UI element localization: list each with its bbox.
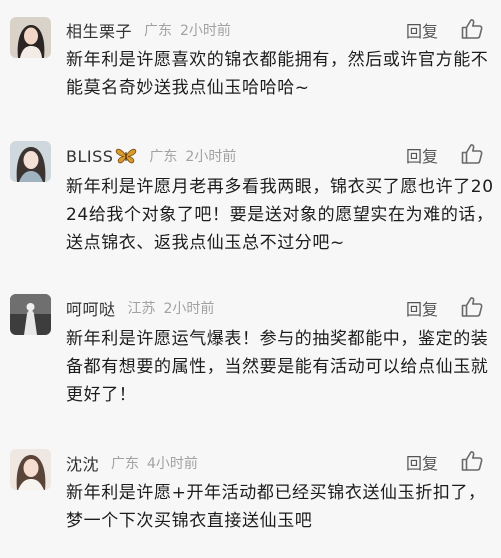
location-label: 江苏 (127, 301, 156, 317)
butterfly-icon (115, 147, 137, 165)
avatar[interactable] (10, 17, 51, 58)
avatar[interactable] (10, 449, 51, 490)
thumbs-up-icon[interactable] (460, 17, 484, 41)
timestamp: 2小时前 (185, 149, 237, 165)
thumbs-up-icon[interactable] (460, 295, 484, 319)
reply-button[interactable]: 回复 (406, 296, 438, 320)
timestamp: 4小时前 (147, 456, 198, 472)
author-name[interactable]: 相生栗子 (66, 18, 132, 42)
location-label: 广东 (111, 456, 140, 472)
location-label: 广东 (149, 149, 178, 165)
comment-text: 新年利是许愿月老再多看我两眼，锦衣买了愿也许了2024给我个对象了吧！要是送对象… (66, 177, 494, 253)
reply-button[interactable]: 回复 (406, 18, 438, 42)
author-name[interactable]: 呵呵哒 (66, 296, 116, 320)
reply-button[interactable]: 回复 (406, 143, 438, 167)
comment-text: 新年利是许愿运气爆表！参与的抽奖都能中，鉴定的装备都有想要的属性，当然要是能有活… (66, 329, 489, 405)
comment-text: 新年利是许愿喜欢的锦衣都能拥有，然后或许官方能不能莫名奇妙送我点仙玉哈哈哈~ (66, 50, 489, 98)
avatar[interactable] (10, 141, 51, 182)
thumbs-up-icon[interactable] (460, 142, 484, 166)
reply-button[interactable]: 回复 (406, 450, 438, 474)
location-label: 广东 (144, 23, 173, 39)
author-name[interactable]: 沈沈 (66, 451, 99, 475)
timestamp: 2小时前 (163, 301, 215, 317)
timestamp: 2小时前 (180, 23, 231, 39)
comment-text: 新年利是许愿+开年活动都已经买锦衣送仙玉折扣了，梦一个下次买锦衣直接送仙玉吧 (66, 483, 486, 531)
thumbs-up-icon[interactable] (460, 449, 484, 473)
avatar[interactable] (10, 294, 51, 335)
author-name[interactable]: BLISS (66, 147, 113, 166)
